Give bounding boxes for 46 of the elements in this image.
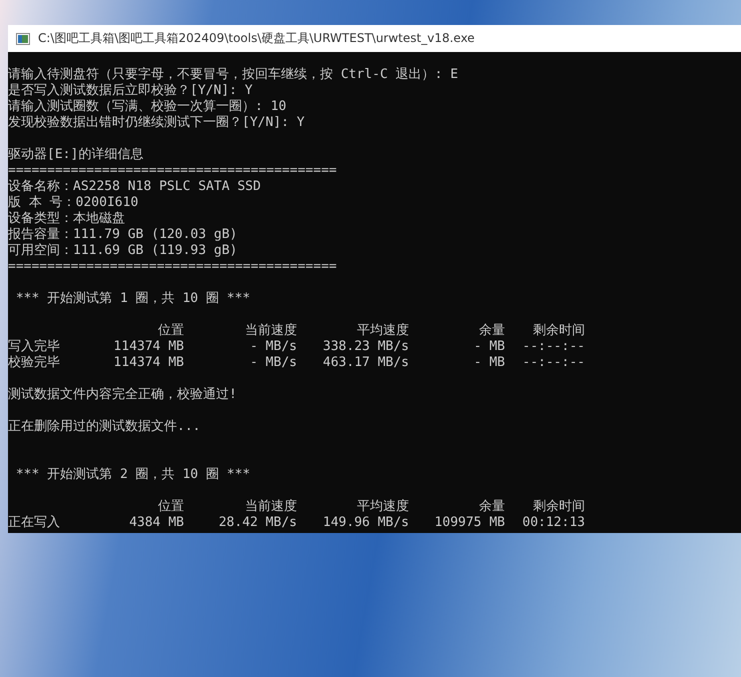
table-cell-text: 109975 MB: [434, 515, 505, 531]
table-cell-text: 114374 MB: [112, 339, 184, 355]
console-text: 正在删除用过的测试数据文件...: [8, 419, 202, 435]
console-text: 可用空间：111.69 GB (119.93 gB): [8, 243, 238, 259]
console-text: 设备名称：AS2258 N18 PSLC SATA SSD: [8, 179, 262, 195]
column-header: 余量: [478, 499, 505, 515]
table-cell-text: 28.42 MB/s: [218, 515, 297, 531]
table-cell-text: 00:12:13: [521, 515, 585, 531]
table-cell-text: - MB/s: [249, 339, 297, 355]
table-cell-text: 写入完毕: [8, 339, 61, 355]
table-cell-text: - MB: [472, 339, 505, 355]
console-text: 请输入待测盘符（只要字母，不要冒号，按回车继续，按 Ctrl-C 退出）: E: [8, 67, 460, 83]
column-header: 位置: [157, 323, 184, 339]
window-title: C:\图吧工具箱\图吧工具箱202409\tools\硬盘工具\URWTEST\urwtest_v18.exe: [38, 30, 475, 47]
table-cell-text: - MB: [472, 355, 505, 371]
console-app-icon: [16, 32, 30, 44]
console-text: *** 开始测试第 1 圈，共 10 圈 ***: [14, 291, 252, 307]
column-header: 平均速度: [356, 499, 409, 515]
console-text: 是否写入测试数据后立即校验？[Y/N]: Y: [8, 83, 254, 99]
table-cell-text: 463.17 MB/s: [322, 355, 409, 371]
table-cell-text: 正在写入: [8, 515, 61, 531]
column-header: 剩余时间: [532, 323, 585, 339]
console-text: ==========================================: [8, 163, 338, 179]
table-cell-text: --:--:--: [521, 355, 585, 371]
column-header: 余量: [478, 323, 505, 339]
table-cell-text: - MB/s: [249, 355, 297, 371]
console-text: 版 本 号：0200I610: [8, 195, 140, 211]
column-header: 当前速度: [244, 499, 297, 515]
column-header: 当前速度: [244, 323, 297, 339]
table-cell-text: --:--:--: [521, 339, 585, 355]
console-text: ==========================================: [8, 259, 338, 275]
console-text: 发现校验数据出错时仍继续测试下一圈？[Y/N]: Y: [8, 115, 306, 131]
column-header: 平均速度: [356, 323, 409, 339]
table-cell-text: 149.96 MB/s: [322, 515, 409, 531]
console-text: 测试数据文件内容完全正确，校验通过!: [8, 387, 238, 403]
table-cell-text: 338.23 MB/s: [322, 339, 409, 355]
console-text: 设备类型：本地磁盘: [8, 211, 126, 227]
console-text: 驱动器[E:]的详细信息: [8, 147, 144, 163]
console-text: 报告容量：111.79 GB (120.03 gB): [8, 227, 238, 243]
console-text: *** 开始测试第 2 圈，共 10 圈 ***: [14, 467, 252, 483]
table-cell-text: 114374 MB: [112, 355, 184, 371]
table-cell-text: 校验完毕: [8, 355, 61, 371]
console-text: 请输入测试圈数（写满、校验一次算一圈）: 10: [8, 99, 288, 115]
column-header: 剩余时间: [532, 499, 585, 515]
table-cell-text: 4384 MB: [128, 515, 184, 531]
column-header: 位置: [157, 499, 184, 515]
